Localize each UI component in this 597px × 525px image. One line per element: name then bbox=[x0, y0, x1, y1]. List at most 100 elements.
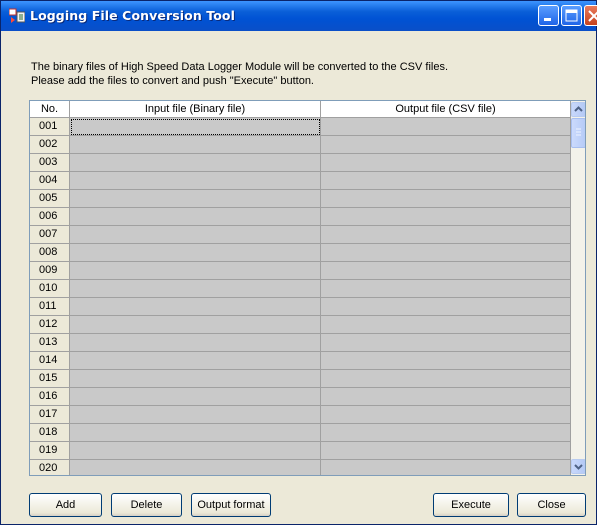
instructions-line-2: Please add the files to convert and push… bbox=[31, 75, 314, 87]
row-number-cell[interactable]: 008 bbox=[30, 244, 70, 262]
input-file-cell[interactable] bbox=[70, 118, 321, 136]
maximize-button[interactable] bbox=[561, 5, 582, 26]
output-file-cell[interactable] bbox=[321, 262, 571, 280]
row-number-cell[interactable]: 009 bbox=[30, 262, 70, 280]
table-row[interactable]: 017 bbox=[30, 406, 571, 424]
input-file-cell[interactable] bbox=[70, 154, 321, 172]
input-file-cell[interactable] bbox=[70, 442, 321, 460]
table-row[interactable]: 016 bbox=[30, 388, 571, 406]
add-button[interactable]: Add bbox=[29, 493, 102, 517]
table-row[interactable]: 014 bbox=[30, 352, 571, 370]
row-number-cell[interactable]: 001 bbox=[30, 118, 70, 136]
table-row[interactable]: 002 bbox=[30, 136, 571, 154]
table-row[interactable]: 020 bbox=[30, 460, 571, 475]
output-file-cell[interactable] bbox=[321, 442, 571, 460]
output-file-cell[interactable] bbox=[321, 370, 571, 388]
input-file-cell[interactable] bbox=[70, 424, 321, 442]
row-number-cell[interactable]: 014 bbox=[30, 352, 70, 370]
row-number-cell[interactable]: 002 bbox=[30, 136, 70, 154]
row-number-cell[interactable]: 012 bbox=[30, 316, 70, 334]
output-format-button[interactable]: Output format bbox=[191, 493, 271, 517]
table-row[interactable]: 012 bbox=[30, 316, 571, 334]
input-file-cell[interactable] bbox=[70, 298, 321, 316]
execute-button[interactable]: Execute bbox=[433, 493, 509, 517]
output-file-cell[interactable] bbox=[321, 172, 571, 190]
input-file-cell[interactable] bbox=[70, 262, 321, 280]
close-window-button[interactable] bbox=[584, 5, 597, 26]
output-file-cell[interactable] bbox=[321, 208, 571, 226]
input-file-cell[interactable] bbox=[70, 172, 321, 190]
title-bar[interactable]: Logging File Conversion Tool bbox=[1, 1, 597, 31]
row-number-cell[interactable]: 007 bbox=[30, 226, 70, 244]
row-number-cell[interactable]: 010 bbox=[30, 280, 70, 298]
column-header-input[interactable]: Input file (Binary file) bbox=[70, 101, 321, 118]
input-file-cell[interactable] bbox=[70, 136, 321, 154]
vertical-scrollbar[interactable] bbox=[571, 101, 585, 475]
output-file-cell[interactable] bbox=[321, 244, 571, 262]
row-number-cell[interactable]: 018 bbox=[30, 424, 70, 442]
input-file-cell[interactable] bbox=[70, 352, 321, 370]
scroll-down-button[interactable] bbox=[571, 459, 585, 474]
row-number-cell[interactable]: 013 bbox=[30, 334, 70, 352]
row-number-cell[interactable]: 006 bbox=[30, 208, 70, 226]
table-row[interactable]: 003 bbox=[30, 154, 571, 172]
table-row[interactable]: 005 bbox=[30, 190, 571, 208]
output-file-cell[interactable] bbox=[321, 280, 571, 298]
table-row[interactable]: 011 bbox=[30, 298, 571, 316]
output-file-cell[interactable] bbox=[321, 424, 571, 442]
input-file-cell[interactable] bbox=[70, 316, 321, 334]
output-file-cell[interactable] bbox=[321, 406, 571, 424]
output-file-cell[interactable] bbox=[321, 298, 571, 316]
row-number-cell[interactable]: 019 bbox=[30, 442, 70, 460]
table-row[interactable]: 015 bbox=[30, 370, 571, 388]
minimize-button[interactable] bbox=[538, 5, 559, 26]
row-number-cell[interactable]: 020 bbox=[30, 460, 70, 475]
delete-button[interactable]: Delete bbox=[111, 493, 182, 517]
output-file-cell[interactable] bbox=[321, 226, 571, 244]
chevron-up-icon bbox=[574, 106, 583, 112]
row-number-cell[interactable]: 016 bbox=[30, 388, 70, 406]
file-grid[interactable]: No. Input file (Binary file) Output file… bbox=[29, 100, 586, 476]
table-row[interactable]: 006 bbox=[30, 208, 571, 226]
close-button[interactable]: Close bbox=[517, 493, 586, 517]
row-number-cell[interactable]: 015 bbox=[30, 370, 70, 388]
table-row[interactable]: 018 bbox=[30, 424, 571, 442]
output-file-cell[interactable] bbox=[321, 190, 571, 208]
row-number-cell[interactable]: 004 bbox=[30, 172, 70, 190]
row-number-cell[interactable]: 005 bbox=[30, 190, 70, 208]
input-file-cell[interactable] bbox=[70, 334, 321, 352]
input-file-cell[interactable] bbox=[70, 460, 321, 475]
output-file-cell[interactable] bbox=[321, 316, 571, 334]
table-row[interactable]: 001 bbox=[30, 118, 571, 136]
table-row[interactable]: 008 bbox=[30, 244, 571, 262]
column-header-output[interactable]: Output file (CSV file) bbox=[321, 101, 571, 118]
table-row[interactable]: 004 bbox=[30, 172, 571, 190]
output-file-cell[interactable] bbox=[321, 334, 571, 352]
table-row[interactable]: 010 bbox=[30, 280, 571, 298]
input-file-cell[interactable] bbox=[70, 280, 321, 298]
row-number-cell[interactable]: 003 bbox=[30, 154, 70, 172]
output-file-cell[interactable] bbox=[321, 118, 571, 136]
output-file-cell[interactable] bbox=[321, 352, 571, 370]
input-file-cell[interactable] bbox=[70, 226, 321, 244]
input-file-cell[interactable] bbox=[70, 190, 321, 208]
column-header-no[interactable]: No. bbox=[30, 101, 70, 118]
row-number-cell[interactable]: 017 bbox=[30, 406, 70, 424]
output-file-cell[interactable] bbox=[321, 460, 571, 475]
input-file-cell[interactable] bbox=[70, 208, 321, 226]
table-row[interactable]: 019 bbox=[30, 442, 571, 460]
scroll-thumb[interactable] bbox=[571, 118, 585, 148]
input-file-cell[interactable] bbox=[70, 244, 321, 262]
output-file-cell[interactable] bbox=[321, 154, 571, 172]
app-icon bbox=[8, 8, 26, 24]
table-row[interactable]: 007 bbox=[30, 226, 571, 244]
scroll-up-button[interactable] bbox=[571, 102, 585, 117]
input-file-cell[interactable] bbox=[70, 388, 321, 406]
output-file-cell[interactable] bbox=[321, 388, 571, 406]
input-file-cell[interactable] bbox=[70, 406, 321, 424]
row-number-cell[interactable]: 011 bbox=[30, 298, 70, 316]
input-file-cell[interactable] bbox=[70, 370, 321, 388]
output-file-cell[interactable] bbox=[321, 136, 571, 154]
table-row[interactable]: 013 bbox=[30, 334, 571, 352]
table-row[interactable]: 009 bbox=[30, 262, 571, 280]
